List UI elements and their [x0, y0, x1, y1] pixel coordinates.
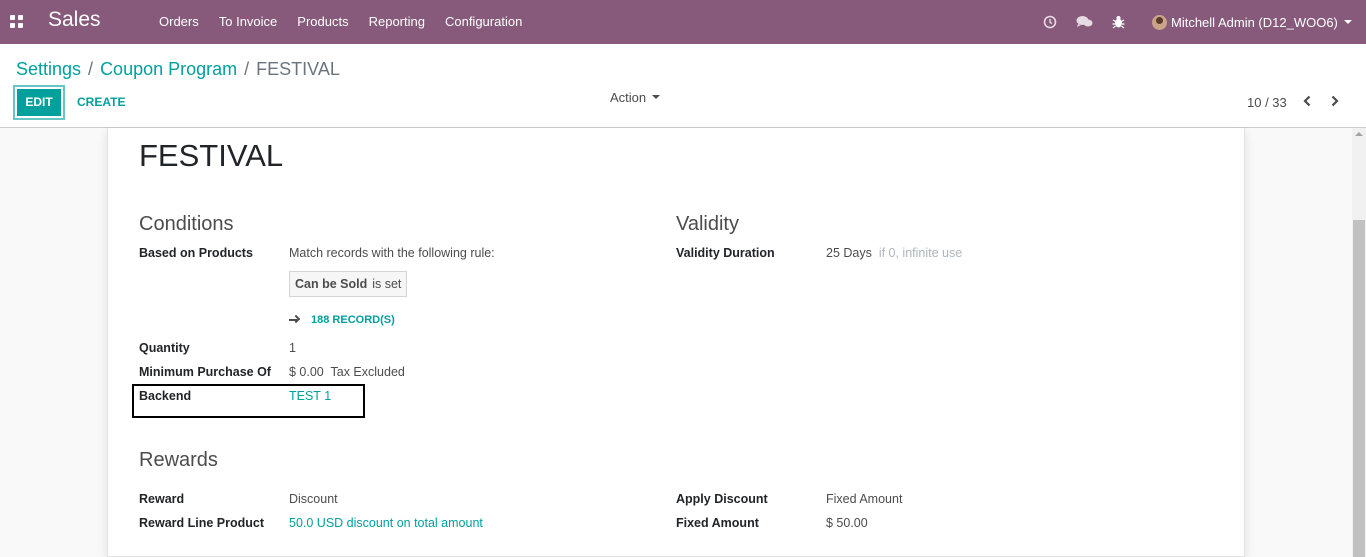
app-brand[interactable]: Sales [48, 8, 101, 32]
breadcrumb-separator: / [88, 59, 94, 79]
quantity-value: 1 [289, 341, 296, 355]
avatar [1152, 14, 1167, 30]
minimum-purchase-value: $ 0.00 Tax Excluded [289, 365, 405, 379]
conditions-heading: Conditions [139, 213, 234, 235]
chat-bubbles-icon[interactable] [1076, 0, 1093, 44]
based-on-products-label: Based on Products [139, 246, 253, 260]
quantity-label: Quantity [139, 341, 190, 355]
rewards-heading: Rewards [139, 449, 218, 471]
pager-next-icon[interactable] [1329, 93, 1343, 109]
validity-duration-value: 25 Days if 0, infinite use [826, 246, 962, 260]
pager-previous-icon[interactable] [1301, 93, 1315, 109]
pager-value[interactable]: 10 / 33 [1247, 95, 1287, 110]
breadcrumb-settings[interactable]: Settings [16, 59, 81, 80]
control-panel: Settings / Coupon Program / FESTIVAL EDI… [0, 44, 1366, 128]
records-count: 188 RECORD(S) [311, 314, 395, 326]
chevron-down-icon [1343, 20, 1352, 24]
reward-value: Discount [289, 492, 338, 506]
user-name: Mitchell Admin (D12_WOO6) [1171, 14, 1338, 30]
highlight-box [132, 384, 365, 418]
minimum-purchase-tax: Tax Excluded [330, 365, 405, 379]
user-menu[interactable]: Mitchell Admin (D12_WOO6) [1152, 0, 1352, 44]
based-on-products-value: Match records with the following rule: [289, 246, 495, 260]
domain-field: Can be Sold [295, 277, 368, 291]
breadcrumb-separator: / [244, 59, 250, 79]
reward-line-product-label: Reward Line Product [139, 516, 265, 530]
domain-operator: is set [372, 277, 402, 291]
breadcrumb-coupon-program[interactable]: Coupon Program [100, 59, 237, 80]
program-name: FESTIVAL [139, 138, 284, 173]
form-sheet: FESTIVAL Conditions Based on Products Ma… [107, 128, 1245, 557]
create-button[interactable]: CREATE [77, 95, 125, 109]
scrollbar-thumb[interactable] [1353, 220, 1365, 557]
reward-line-product-link[interactable]: 50.0 USD discount on total amount [289, 516, 483, 530]
validity-duration-hint: if 0, infinite use [878, 246, 963, 260]
main-menu: Orders To Invoice Products Reporting Con… [149, 0, 532, 44]
menu-reporting[interactable]: Reporting [359, 0, 435, 44]
action-label: Action [610, 90, 647, 105]
minimum-purchase-label: Minimum Purchase Of [139, 365, 271, 379]
action-dropdown[interactable]: Action [610, 90, 661, 105]
caret-down-icon [652, 95, 661, 99]
menu-to-invoice[interactable]: To Invoice [209, 0, 288, 44]
validity-duration-days: 25 Days [826, 246, 872, 260]
menu-configuration[interactable]: Configuration [435, 0, 532, 44]
domain-rule: Can be Sold is set [289, 271, 408, 297]
apply-discount-value: Fixed Amount [826, 492, 903, 506]
validity-heading: Validity [676, 213, 739, 235]
arrow-right-icon [289, 314, 301, 325]
vertical-scrollbar[interactable] [1352, 128, 1366, 557]
breadcrumb-current: FESTIVAL [256, 59, 340, 79]
fixed-amount-value: $ 50.00 [826, 516, 868, 530]
records-link[interactable]: 188 RECORD(S) [289, 314, 395, 326]
scroll-up-icon[interactable] [1355, 132, 1363, 136]
edit-button[interactable]: EDIT [13, 85, 65, 120]
menu-products[interactable]: Products [287, 0, 358, 44]
fixed-amount-label: Fixed Amount [676, 516, 759, 530]
form-view: FESTIVAL Conditions Based on Products Ma… [0, 128, 1352, 557]
activity-clock-icon[interactable] [1043, 0, 1057, 44]
apps-menu-icon[interactable] [10, 15, 24, 29]
minimum-purchase-amount: $ 0.00 [289, 365, 324, 379]
apply-discount-label: Apply Discount [676, 492, 768, 506]
top-navbar: Sales Orders To Invoice Products Reporti… [0, 0, 1366, 44]
validity-duration-label: Validity Duration [676, 246, 775, 260]
debug-bug-icon[interactable] [1112, 0, 1125, 44]
breadcrumb: Settings / Coupon Program / FESTIVAL [16, 59, 340, 80]
reward-label: Reward [139, 492, 185, 506]
menu-orders[interactable]: Orders [149, 0, 209, 44]
